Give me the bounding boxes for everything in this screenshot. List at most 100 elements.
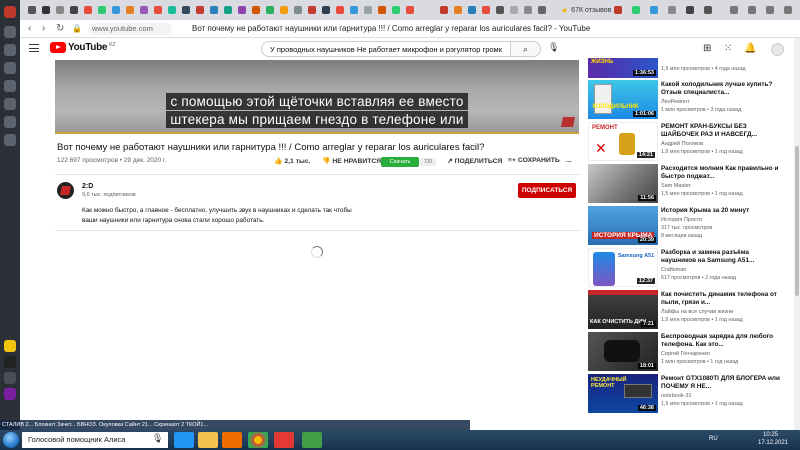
clock-date[interactable]: 17.12.2021 [758, 440, 788, 446]
video-title[interactable]: Разборка и замена разъёма наушников на S… [661, 249, 783, 265]
lock-icon[interactable]: 🔒 [72, 24, 82, 33]
voice-search-icon[interactable]: 🎙 [548, 42, 559, 53]
menu-icon[interactable] [730, 6, 738, 14]
tab-favicon[interactable] [468, 6, 476, 14]
video-title[interactable]: Беспроводная зарядка для любого телефона… [661, 333, 783, 349]
video-progress-bar[interactable] [55, 132, 579, 134]
notifications-bell-icon[interactable]: 🔔 [744, 43, 756, 54]
tab-favicon[interactable] [168, 6, 176, 14]
channel-name[interactable]: Лайфы на все случаи жизни [661, 309, 733, 315]
tab-favicon[interactable] [154, 6, 162, 14]
chrome-icon[interactable] [248, 432, 268, 448]
start-button[interactable] [3, 432, 19, 448]
tab-favicon[interactable] [650, 6, 658, 14]
sidebar-icon-6[interactable] [4, 116, 16, 128]
tab-favicon[interactable] [112, 6, 120, 14]
apps-icon[interactable]: ⁙ [724, 43, 732, 54]
tab-favicon[interactable] [364, 6, 372, 14]
channel-name[interactable]: История Просто [661, 217, 702, 223]
tab-favicon[interactable] [704, 6, 712, 14]
save-button[interactable]: ≡+ СОХРАНИТЬ [508, 157, 560, 164]
tab-favicon[interactable] [28, 6, 36, 14]
reload-icon[interactable]: ↻ [56, 23, 64, 34]
channel-name[interactable]: 2:D [82, 183, 93, 190]
tab-favicon[interactable] [308, 6, 316, 14]
video-thumbnail[interactable]: ХОЛОДИЛЬНИК 1:01:06 [588, 80, 658, 119]
sidebar-icon-7[interactable] [4, 134, 16, 146]
search-button[interactable]: ⌕ [511, 41, 541, 57]
tab-favicon[interactable] [210, 6, 218, 14]
video-thumbnail[interactable]: ЖИЗНЬ 1:36:53 [588, 58, 658, 78]
tab-favicon[interactable] [392, 6, 400, 14]
reviews-badge[interactable]: ★ 67К отзывов [561, 4, 611, 16]
video-thumbnail[interactable]: КАК ОЧИСТИТЬ ДИН 7:21 [588, 290, 658, 329]
ie-icon[interactable] [174, 432, 194, 448]
forward-icon[interactable]: › [42, 23, 45, 34]
recommendation-item[interactable]: Samsung A51 12:37 Разборка и замена разъ… [588, 248, 784, 288]
torrent-icon[interactable] [302, 432, 322, 448]
tab-favicon[interactable] [538, 6, 546, 14]
dislike-button[interactable]: 👎 НЕ НРАВИТСЯ [322, 157, 381, 165]
video-thumbnail[interactable]: 11:56 [588, 164, 658, 203]
minimize-icon[interactable] [748, 6, 756, 14]
tab-favicon[interactable] [294, 6, 302, 14]
video-title[interactable]: Расходится молния Как правильно и быстро… [661, 165, 783, 181]
scrollbar-thumb[interactable] [795, 146, 799, 296]
recommendation-item[interactable]: ХОЛОДИЛЬНИК 1:01:06 Какой холодильник лу… [588, 80, 784, 120]
like-button[interactable]: 👍 2,1 тыс. [274, 157, 311, 165]
channel-avatar[interactable] [57, 182, 74, 199]
sidebar-app-icon-2[interactable] [4, 356, 16, 368]
video-title[interactable]: История Крыма за 20 минут [661, 207, 783, 215]
back-icon[interactable]: ‹ [28, 23, 31, 34]
channel-name[interactable]: Сергей Гончаренко [661, 351, 710, 357]
tab-favicon[interactable] [98, 6, 106, 14]
channel-name[interactable]: Андрей Поляков [661, 141, 703, 147]
recommendation-item[interactable]: 11:56 Расходится молния Как правильно и … [588, 164, 784, 204]
download-button[interactable]: Скачать [381, 157, 419, 167]
video-player[interactable]: с помощью этой щёточки вставляя ее вмест… [55, 60, 579, 134]
video-title[interactable]: Как почистить динамик телефона от пыли, … [661, 291, 783, 307]
add-icon[interactable] [4, 372, 16, 384]
recommendation-item[interactable]: НЕУДАЧНЫЙ РЕМОНТ 46:38 Ремонт GTX1080TI … [588, 374, 784, 414]
yandex-browser-icon[interactable] [274, 432, 294, 448]
recommendation-item[interactable]: 18:01 Беспроводная зарядка для любого те… [588, 332, 784, 372]
tab-favicon[interactable] [686, 6, 694, 14]
more-actions-icon[interactable]: ... [566, 157, 572, 164]
subscribe-button[interactable]: ПОДПИСАТЬСЯ [518, 183, 576, 198]
tab-favicon[interactable] [378, 6, 386, 14]
search-input[interactable]: У проводных наушников Не работает микроф… [261, 41, 511, 57]
tab-favicon[interactable] [266, 6, 274, 14]
video-thumbnail[interactable]: Samsung A51 12:37 [588, 248, 658, 287]
yandex-icon[interactable] [4, 6, 16, 18]
create-video-icon[interactable]: ⊞ [703, 43, 711, 54]
video-thumbnail[interactable]: РЕМОНТ ✕ 14:21 [588, 122, 658, 161]
tab-favicon[interactable] [336, 6, 344, 14]
tab-favicon[interactable] [252, 6, 260, 14]
sidebar-app-icon-1[interactable] [4, 340, 16, 352]
sidebar-icon-1[interactable] [4, 26, 16, 38]
share-button[interactable]: ↗ ПОДЕЛИТЬСЯ [447, 157, 502, 165]
tab-favicon[interactable] [454, 6, 462, 14]
channel-name[interactable]: ЛенРемонт [661, 99, 690, 105]
alice-voice-input[interactable]: Голосовой помощник Алиса [22, 432, 168, 448]
channel-name[interactable]: Sam Master [661, 183, 691, 189]
recommendation-item[interactable]: ИСТОРИЯ КРЫМА 20:39 История Крыма за 20 … [588, 206, 784, 246]
page-scrollbar[interactable] [794, 38, 800, 430]
microphone-icon[interactable]: 🎙 [152, 433, 163, 444]
tab-favicon[interactable] [482, 6, 490, 14]
tab-favicon-active[interactable] [406, 6, 414, 14]
tab-favicon[interactable] [440, 6, 448, 14]
channel-name[interactable]: Craftsman [661, 267, 686, 273]
channel-name[interactable]: notebook-31 [661, 393, 692, 399]
desktop-items-strip[interactable]: СТАЛИВ 2... Блокнот Зачет... БВНОЗ. Окул… [0, 420, 470, 430]
tab-favicon[interactable] [322, 6, 330, 14]
sidebar-icon-2[interactable] [4, 44, 16, 56]
tab-favicon[interactable] [42, 6, 50, 14]
tab-favicon[interactable] [224, 6, 232, 14]
recommendation-item[interactable]: КАК ОЧИСТИТЬ ДИН 7:21 Как почистить дина… [588, 290, 784, 330]
tab-favicon[interactable] [280, 6, 288, 14]
clock-time[interactable]: 10:25 [763, 432, 778, 438]
tab-favicon[interactable] [140, 6, 148, 14]
recommendation-item[interactable]: РЕМОНТ ✕ 14:21 РЕМОНТ КРАН-БУКСЫ БЕЗ ШАЙ… [588, 122, 784, 162]
sidebar-icon-5[interactable] [4, 98, 16, 110]
